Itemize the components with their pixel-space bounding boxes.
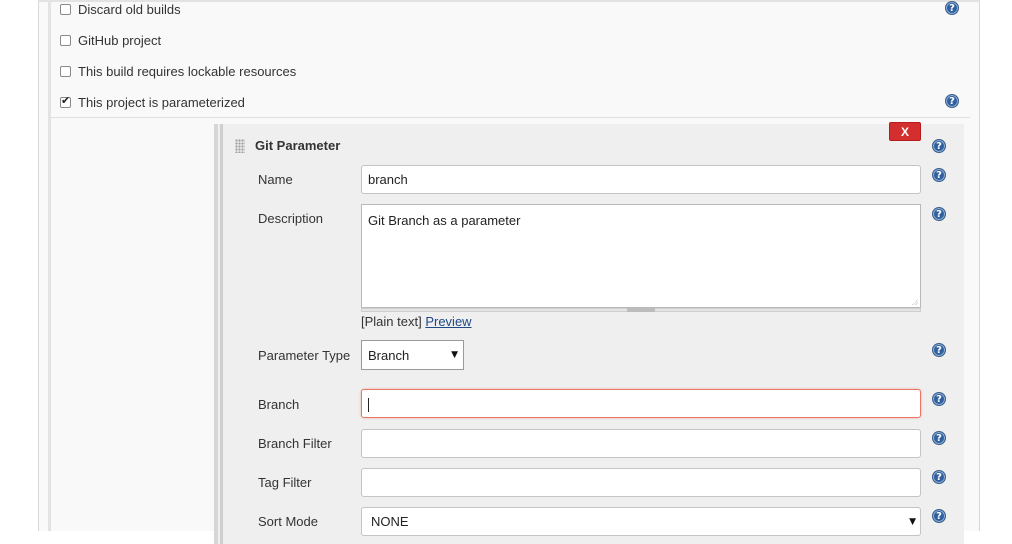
help-icon[interactable]: ?	[932, 139, 946, 153]
chevron-down-icon: ▼	[909, 516, 916, 527]
branch-field[interactable]	[361, 389, 921, 418]
parameter-type-label: Parameter Type	[258, 348, 351, 363]
help-icon[interactable]: ?	[932, 431, 946, 445]
help-icon[interactable]: ?	[932, 168, 946, 182]
option-github-project[interactable]: GitHub project	[60, 29, 161, 51]
lockable-resources-label: This build requires lockable resources	[78, 63, 297, 79]
parameterized-checkbox[interactable]	[60, 94, 71, 108]
delete-parameter-button[interactable]: X	[889, 122, 921, 141]
discard-old-builds-label: Discard old builds	[78, 1, 181, 17]
branch-label: Branch	[258, 397, 300, 412]
tag-filter-label: Tag Filter	[258, 475, 312, 490]
markup-formatter: [Plain text] Preview	[361, 314, 472, 329]
resize-grip-icon[interactable]	[912, 299, 918, 305]
description-textarea[interactable]: Git Branch as a parameter	[361, 204, 921, 308]
sort-mode-select[interactable]: NONE ▼	[361, 507, 921, 536]
option-lockable-resources[interactable]: This build requires lockable resources	[60, 60, 296, 82]
help-icon[interactable]: ?	[932, 470, 946, 484]
branch-filter-label: Branch Filter	[258, 436, 332, 451]
option-discard-old-builds[interactable]: Discard old builds	[60, 0, 181, 20]
name-field[interactable]: branch	[361, 165, 921, 194]
drag-handle-icon[interactable]	[235, 139, 245, 153]
help-icon[interactable]: ?	[932, 509, 946, 523]
preview-link[interactable]: Preview	[425, 314, 471, 329]
github-project-label: GitHub project	[78, 32, 162, 48]
help-icon[interactable]: ?	[932, 207, 946, 221]
chevron-down-icon: ▼	[451, 350, 458, 360]
help-icon[interactable]: ?	[932, 392, 946, 406]
description-text: Git Branch as a parameter	[368, 213, 521, 228]
textarea-resize-handle[interactable]	[627, 308, 655, 312]
branch-filter-field[interactable]	[361, 429, 921, 458]
name-label: Name	[258, 172, 293, 187]
tag-filter-field[interactable]	[361, 468, 921, 497]
help-icon[interactable]: ?	[945, 94, 959, 108]
sort-mode-value: NONE	[371, 514, 409, 529]
github-project-checkbox[interactable]	[60, 34, 71, 46]
parameterized-label: This project is parameterized	[78, 94, 245, 110]
discard-old-builds-checkbox[interactable]	[60, 3, 71, 15]
description-label: Description	[258, 211, 324, 226]
plain-text-label: [Plain text]	[361, 314, 422, 329]
lockable-resources-checkbox[interactable]	[60, 65, 71, 77]
text-caret	[368, 397, 369, 412]
help-icon[interactable]: ?	[932, 343, 946, 357]
parameter-type-value: Branch	[368, 347, 410, 363]
parameter-type-select[interactable]: Branch ▼	[361, 340, 464, 370]
sort-mode-label: Sort Mode	[258, 514, 318, 529]
git-parameter-title: Git Parameter	[255, 138, 341, 153]
option-parameterized[interactable]: This project is parameterized	[60, 91, 245, 113]
help-icon[interactable]: ?	[945, 1, 959, 15]
git-parameter-indent	[220, 124, 223, 544]
